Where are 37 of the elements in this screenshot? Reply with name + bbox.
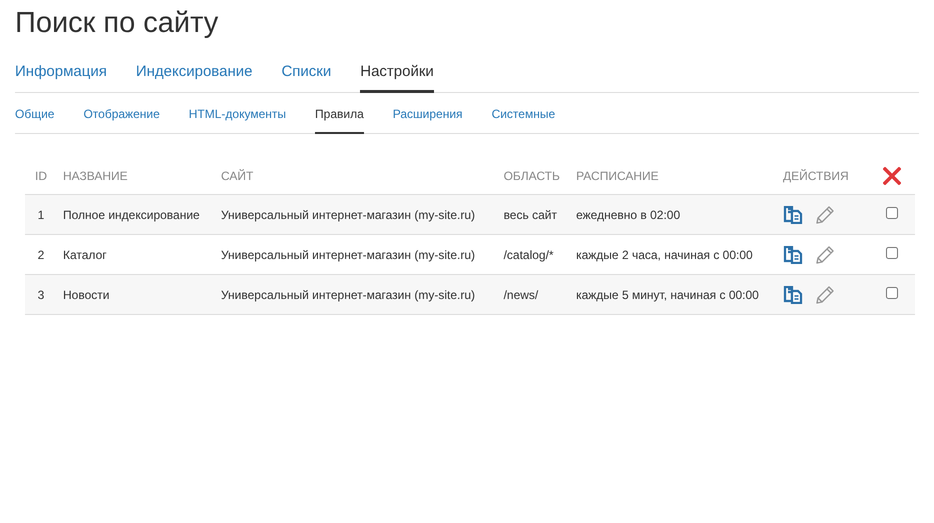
table-cell: 1 xyxy=(25,194,57,234)
tab[interactable]: Информация xyxy=(15,55,107,93)
copy-icon[interactable] xyxy=(783,246,803,264)
subtab[interactable]: HTML-документы xyxy=(188,93,286,134)
column-header: ID xyxy=(25,158,57,194)
copy-icon[interactable] xyxy=(783,286,803,304)
pencil-icon[interactable] xyxy=(816,286,834,304)
pencil-icon[interactable] xyxy=(816,206,834,224)
table-cell: Новости xyxy=(57,274,215,314)
subtab[interactable]: Расширения xyxy=(392,93,463,134)
pencil-icon[interactable] xyxy=(816,246,834,264)
subtab[interactable]: Общие xyxy=(15,93,54,134)
table-cell: каждые 5 минут, начиная с 00:00 xyxy=(570,274,777,314)
column-header: ДЕЙСТВИЯ xyxy=(777,158,869,194)
subtab[interactable]: Системные xyxy=(492,93,556,134)
row-checkbox[interactable] xyxy=(886,207,898,219)
table-cell: Универсальный интернет-магазин (my-site.ru) xyxy=(214,194,498,234)
tab[interactable]: Настройки xyxy=(360,55,434,93)
column-header: РАСПИСАНИЕ xyxy=(570,158,777,194)
subtab[interactable]: Отображение xyxy=(83,93,160,134)
tab[interactable]: Индексирование xyxy=(136,55,252,93)
column-header: САЙТ xyxy=(214,158,498,194)
table-cell: весь сайт xyxy=(498,194,570,234)
table-cell: ежедневно в 02:00 xyxy=(570,194,777,234)
table-cell: Универсальный интернет-магазин (my-site.ru) xyxy=(214,274,498,314)
table-cell: Полное индексирование xyxy=(57,194,215,234)
column-header: ОБЛАСТЬ xyxy=(498,158,570,194)
column-header: НАЗВАНИЕ xyxy=(57,158,215,194)
copy-icon[interactable] xyxy=(783,206,803,224)
row-checkbox[interactable] xyxy=(886,287,898,299)
delete-icon[interactable] xyxy=(883,167,901,185)
row-checkbox[interactable] xyxy=(886,247,898,259)
table-cell: 3 xyxy=(25,274,57,314)
page-title: Поиск по сайту xyxy=(15,6,220,41)
table-cell: /news/ xyxy=(498,274,570,314)
subtab[interactable]: Правила xyxy=(315,93,364,134)
tab[interactable]: Списки xyxy=(281,55,332,93)
